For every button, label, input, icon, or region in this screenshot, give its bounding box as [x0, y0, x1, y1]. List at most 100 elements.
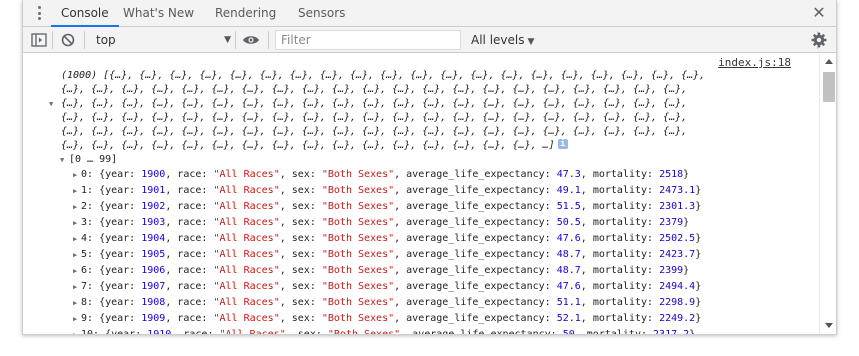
close-icon[interactable]: ✕ — [811, 4, 827, 22]
array-summary-line[interactable]: {…}, {…}, {…}, {…}, {…}, {…}, {…}, {…}, … — [61, 83, 687, 97]
clear-console-icon[interactable] — [59, 27, 77, 53]
expand-triangle-icon[interactable]: ▶ — [73, 232, 77, 246]
array-row[interactable]: 8: {year: 1908, race: "All Races", sex: … — [81, 296, 701, 310]
array-summary-line[interactable]: {…}, {…}, {…}, {…}, {…}, {…}, {…}, {…}, … — [61, 97, 687, 111]
expand-triangle-icon[interactable]: ▼ — [49, 97, 53, 111]
row-year: 1905 — [141, 249, 166, 260]
array-row[interactable]: 9: {year: 1909, race: "All Races", sex: … — [81, 312, 701, 326]
row-year: 1900 — [141, 169, 166, 180]
row-syntax: } — [683, 217, 690, 228]
tab-whats-new[interactable]: What's New — [113, 0, 204, 27]
row-life: 52.1 — [556, 313, 581, 324]
tab-console[interactable]: Console — [51, 0, 119, 27]
scrollbar[interactable] — [819, 54, 836, 334]
array-range-label[interactable]: [0 … 99] — [69, 153, 117, 167]
row-syntax: , mortality: — [580, 169, 660, 180]
row-syntax: , mortality: — [580, 233, 660, 244]
array-row[interactable]: 7: {year: 1907, race: "All Races", sex: … — [81, 280, 701, 294]
array-summary-line[interactable]: {…}, {…}, {…}, {…}, {…}, {…}, {…}, {…}, … — [61, 111, 687, 125]
row-life: 47.6 — [556, 281, 581, 292]
row-syntax: , race: — [165, 185, 214, 196]
row-syntax: , race: — [171, 329, 220, 335]
row-syntax: , sex: — [279, 265, 322, 276]
row-syntax: } — [695, 233, 702, 244]
gear-icon[interactable] — [810, 27, 828, 53]
tab-rendering[interactable]: Rendering — [205, 0, 286, 27]
expand-triangle-icon[interactable]: ▶ — [73, 200, 77, 214]
row-syntax: } — [695, 185, 702, 196]
row-syntax: : {year: — [87, 249, 142, 260]
row-syntax: } — [689, 329, 696, 335]
info-icon[interactable] — [557, 137, 568, 151]
array-row[interactable]: 1: {year: 1901, race: "All Races", sex: … — [81, 184, 701, 198]
scroll-down-arrow-icon[interactable] — [825, 323, 833, 328]
row-syntax: } — [683, 265, 690, 276]
row-year: 1901 — [141, 185, 166, 196]
row-year: 1910 — [147, 329, 172, 335]
filter-input[interactable] — [275, 30, 461, 50]
context-selector[interactable]: top ▼ — [93, 29, 231, 51]
array-row[interactable]: 5: {year: 1905, race: "All Races", sex: … — [81, 248, 701, 262]
array-summary-line-last[interactable]: {…}, {…}, {…}, {…}, {…}, {…}, {…}, {…}, … — [61, 137, 568, 153]
row-sex: "Both Sexes" — [321, 313, 395, 324]
array-row[interactable]: 4: {year: 1904, race: "All Races", sex: … — [81, 232, 701, 246]
expand-triangle-icon[interactable]: ▶ — [73, 328, 77, 334]
row-syntax: , race: — [165, 297, 214, 308]
row-race: "All Races" — [213, 217, 280, 228]
array-summary-line[interactable]: {…}, {…}, {…}, {…}, {…}, {…}, {…}, {…}, … — [61, 125, 687, 139]
toolbar-divider — [84, 31, 85, 49]
row-year: 1904 — [141, 233, 166, 244]
sidebar-toggle-icon[interactable] — [30, 27, 48, 53]
array-row[interactable]: 6: {year: 1906, race: "All Races", sex: … — [81, 264, 689, 278]
row-race: "All Races" — [213, 297, 280, 308]
row-year: 1909 — [141, 313, 166, 324]
row-life: 49.1 — [556, 185, 581, 196]
row-syntax: } — [695, 313, 702, 324]
row-syntax: , average_life_expectancy: — [394, 297, 557, 308]
row-mortality: 2494.4 — [659, 281, 696, 292]
expand-triangle-icon[interactable]: ▶ — [73, 280, 77, 294]
row-syntax: , average_life_expectancy: — [394, 281, 557, 292]
row-syntax: , race: — [165, 281, 214, 292]
row-mortality: 2249.2 — [659, 313, 696, 324]
expand-triangle-icon[interactable]: ▶ — [73, 248, 77, 262]
expand-triangle-icon[interactable]: ▶ — [73, 184, 77, 198]
expand-triangle-icon[interactable]: ▼ — [60, 153, 64, 167]
row-syntax: , sex: — [279, 297, 322, 308]
row-sex: "Both Sexes" — [321, 233, 395, 244]
scroll-up-arrow-icon[interactable] — [825, 59, 833, 64]
array-summary-text: {…}, {…}, {…}, {…}, {…}, {…}, {…}, {…}, … — [61, 140, 555, 151]
row-syntax: , mortality: — [580, 297, 660, 308]
row-life: 50 — [562, 329, 575, 335]
tab-bar: Console What's New Rendering Sensors ✕ — [23, 0, 836, 27]
toolbar-divider — [235, 31, 236, 49]
expand-triangle-icon[interactable]: ▶ — [73, 216, 77, 230]
more-options-icon[interactable] — [32, 5, 46, 21]
expand-triangle-icon[interactable]: ▶ — [73, 312, 77, 326]
log-levels-dropdown[interactable]: All levels ▼ — [471, 29, 534, 51]
expand-triangle-icon[interactable]: ▶ — [73, 264, 77, 278]
eye-icon[interactable] — [241, 27, 261, 53]
row-syntax: , sex: — [279, 217, 322, 228]
expand-triangle-icon[interactable]: ▶ — [73, 296, 77, 310]
context-value: top — [96, 33, 116, 47]
row-mortality: 2423.7 — [659, 249, 696, 260]
scroll-thumb[interactable] — [823, 72, 835, 102]
array-row[interactable]: 10: {year: 1910, race: "All Races", sex:… — [81, 328, 696, 335]
row-syntax: , mortality: — [574, 329, 654, 335]
tab-sensors[interactable]: Sensors — [288, 0, 355, 27]
array-row[interactable]: 3: {year: 1903, race: "All Races", sex: … — [81, 216, 689, 230]
array-row[interactable]: 0: {year: 1900, race: "All Races", sex: … — [81, 168, 689, 182]
row-life: 50.5 — [556, 217, 581, 228]
row-year: 1902 — [141, 201, 166, 212]
row-syntax: : {year: — [87, 281, 142, 292]
array-row[interactable]: 2: {year: 1902, race: "All Races", sex: … — [81, 200, 701, 214]
row-year: 1906 — [141, 265, 166, 276]
row-syntax: : {year: — [93, 329, 148, 335]
array-summary-line[interactable]: (1000) [{…}, {…}, {…}, {…}, {…}, {…}, {…… — [61, 69, 705, 83]
source-link[interactable]: index.js:18 — [718, 56, 791, 69]
row-race: "All Races" — [213, 249, 280, 260]
expand-triangle-icon[interactable]: ▶ — [73, 168, 77, 182]
row-syntax: , race: — [165, 169, 214, 180]
row-syntax: : {year: — [87, 201, 142, 212]
